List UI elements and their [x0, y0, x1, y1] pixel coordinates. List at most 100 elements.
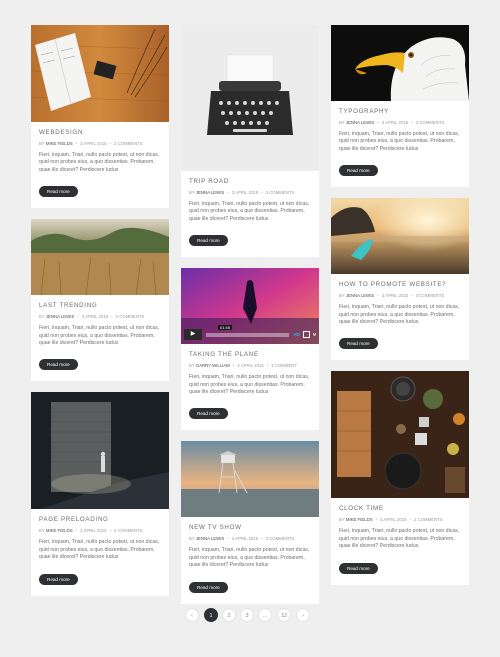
post-title[interactable]: Clock Time [339, 505, 461, 512]
post-comments[interactable]: 2 COMMENTS [414, 517, 443, 522]
page-3-button[interactable]: 3 [240, 608, 254, 622]
meta-separator: • [411, 293, 413, 299]
column-2: Trip Road BY JENNA LEWIS • 3 APRIL 2015 • 3 … [181, 25, 319, 615]
post-card-trip-road: Trip Road BY JENNA LEWIS • 3 APRIL 2015 • 3 … [181, 25, 319, 258]
prev-page-button[interactable]: ‹ [185, 608, 199, 622]
post-author[interactable]: MIKE FIELDS [46, 141, 73, 146]
read-more-button[interactable]: Read more [39, 573, 78, 585]
meta-separator: • [75, 141, 78, 146]
meta-by: BY [339, 293, 345, 299]
column-3: Typography BY JENNA LEWIS • 3 APRIL 2015 • 3… [331, 25, 469, 596]
post-title[interactable]: New TV Show [189, 524, 311, 531]
meta-separator: • [411, 120, 413, 125]
pagination: ‹ 1 2 3 ... 12 › [0, 608, 500, 624]
post-comments[interactable]: 1 COMMENT [271, 363, 297, 368]
post-title[interactable]: Page Preloading [39, 516, 161, 523]
video-play-button[interactable]: ▶ [184, 329, 202, 341]
meta-by: BY [39, 528, 45, 534]
post-comments[interactable]: 3 COMMENTS [266, 190, 295, 195]
video-progress-bar[interactable]: 01:45 [206, 324, 290, 337]
hd-icon[interactable]: HD [293, 332, 300, 337]
post-title[interactable]: Webdesign [39, 129, 161, 136]
page-2-button[interactable]: 2 [222, 608, 236, 622]
next-page-button[interactable]: › [296, 608, 310, 622]
post-author[interactable]: MIKE FIELDS [346, 517, 373, 522]
post-comments[interactable]: 2 COMMENTS [114, 528, 143, 533]
post-image-new-tv-show[interactable] [181, 441, 319, 518]
post-image-webdesign[interactable] [31, 25, 169, 122]
read-more-button[interactable]: Read more [339, 165, 378, 177]
post-image-how-to-promote-website[interactable] [331, 198, 469, 275]
post-card-how-to-promote-website: How to Promote Website? BY JENNA LEWIS • 3… [331, 198, 469, 361]
meta-separator: • [109, 528, 111, 534]
post-date: 3 APRIL 2015 [80, 528, 107, 534]
post-image-last-trending[interactable] [31, 219, 169, 296]
post-author[interactable]: MIKE FIELDS [46, 528, 73, 533]
meta-separator: • [111, 314, 113, 320]
meta-separator: • [377, 293, 379, 299]
post-author[interactable]: JENNA LEWIS [46, 314, 74, 319]
post-author[interactable]: JENNA LEWIS [346, 293, 374, 298]
video-time: 01:45 [218, 324, 233, 330]
meta-separator: • [409, 517, 411, 523]
read-more-button[interactable]: Read more [39, 186, 78, 198]
post-meta: BY MIKE FIELDS • 3 APRIL 2015 • 2 COMMENTS [39, 141, 161, 146]
post-date: 3 APRIL 2015 [381, 293, 409, 299]
post-meta: BY JENNA LEWIS • 3 APRIL 2015 • 3 COMMENTS [339, 120, 461, 125]
post-excerpt: Fieri, inquam, Triari, nullo pacto potes… [189, 374, 310, 396]
post-date: 3 APRIL 2015 [380, 517, 407, 523]
post-meta: BY GARRY WILLIAM • 2 APRIL 2015 • 1 COMMENT [189, 363, 311, 368]
post-card-page-preloading: Page Preloading BY MIKE FIELDS • 3 APRIL 2… [31, 392, 169, 596]
post-date: 3 APRIL 2015 [81, 314, 109, 320]
post-meta: BY JENNA LEWIS • 3 APRIL 2015 • 3 COMMENTS [39, 314, 161, 319]
post-title[interactable]: Typography [339, 108, 461, 115]
post-comments[interactable]: 3 COMMENTS [416, 120, 445, 125]
post-excerpt: Fieri, inquam, Triari, nullo pacto potes… [39, 539, 160, 561]
post-comments[interactable]: 3 COMMENTS [116, 314, 145, 319]
fullscreen-icon[interactable] [302, 331, 310, 339]
post-title[interactable]: Taking the Plane [189, 351, 311, 358]
post-excerpt: Fieri, inquam, Triari, nullo pacto potes… [339, 528, 460, 550]
post-date: 3 APRIL 2015 [80, 141, 107, 146]
page-1-button[interactable]: 1 [204, 608, 218, 622]
page-ellipsis: ... [258, 608, 272, 622]
post-card-webdesign: Webdesign BY MIKE FIELDS • 3 APRIL 2015 • 2 … [31, 25, 169, 209]
post-excerpt: Fieri, inquam, Triari, nullo pacto potes… [189, 547, 310, 569]
video-player[interactable]: ▶ 01:45 HD v [181, 268, 319, 345]
read-more-button[interactable]: Read more [339, 338, 378, 350]
post-image-trip-road[interactable] [181, 25, 319, 171]
post-image-page-preloading[interactable] [31, 392, 169, 510]
post-card-clock-time: Clock Time BY MIKE FIELDS • 3 APRIL 2015 • 2… [331, 371, 469, 585]
post-author[interactable]: JENNA LEWIS [196, 190, 224, 195]
post-meta: BY MIKE FIELDS • 3 APRIL 2015 • 2 COMMENTS [39, 528, 161, 533]
post-comments[interactable]: 2 COMMENTS [114, 141, 143, 146]
read-more-button[interactable]: Read more [189, 235, 228, 247]
meta-separator: • [377, 120, 379, 125]
post-date: 3 APRIL 2015 [381, 120, 409, 125]
post-date: 3 APRIL 2015 [231, 536, 259, 542]
post-meta: BY JENNA LEWIS • 3 APRIL 2015 • 3 COMMENTS [189, 190, 311, 195]
read-more-button[interactable]: Read more [189, 408, 228, 420]
page-12-button[interactable]: 12 [277, 608, 291, 622]
vimeo-icon[interactable]: v [313, 332, 316, 338]
post-comments[interactable]: 3 COMMENTS [266, 536, 295, 541]
column-1: Webdesign BY MIKE FIELDS • 3 APRIL 2015 • 2 … [31, 25, 169, 607]
post-title[interactable]: How to Promote Website? [339, 281, 461, 288]
meta-separator: • [375, 517, 378, 523]
post-image-clock-time[interactable] [331, 371, 469, 499]
post-author[interactable]: JENNA LEWIS [346, 120, 374, 125]
read-more-button[interactable]: Read more [189, 581, 228, 593]
read-more-button[interactable]: Read more [339, 562, 378, 574]
post-author[interactable]: JENNA LEWIS [196, 536, 224, 541]
post-excerpt: Fieri, inquam, Triari, nullo pacto potes… [339, 131, 460, 152]
post-comments[interactable]: 3 COMMENTS [416, 293, 445, 298]
post-title[interactable]: Trip Road [189, 178, 311, 185]
meta-separator: • [77, 314, 79, 320]
read-more-button[interactable]: Read more [39, 359, 78, 371]
post-author[interactable]: GARRY WILLIAM [196, 363, 230, 368]
meta-by: BY [189, 536, 195, 542]
post-image-typography[interactable] [331, 25, 469, 101]
post-meta: BY JENNA LEWIS • 3 APRIL 2015 • 3 COMMENTS [339, 293, 461, 298]
post-excerpt: Fieri, inquam, Triari, nullo pacto potes… [189, 201, 310, 222]
post-title[interactable]: Last Trending [39, 302, 161, 309]
